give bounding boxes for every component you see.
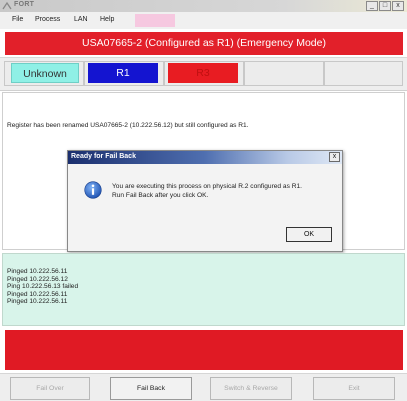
status-row: Unknown R1 R3 (0, 57, 407, 91)
dialog-title: Ready for Fail Back (71, 153, 136, 160)
menu-lan[interactable]: LAN (72, 15, 90, 24)
alert-panel (5, 330, 403, 370)
status-r3: R3 (168, 63, 238, 83)
log-line: Pinged 10.222.56.11 (7, 268, 68, 275)
log-lines: Pinged 10.222.56.11 Pinged 10.222.56.12 … (7, 268, 78, 306)
ok-button[interactable]: OK (286, 227, 332, 242)
maximize-button[interactable]: □ (379, 1, 391, 11)
menu-help[interactable]: Help (98, 15, 116, 24)
dialog-close-button[interactable]: x (329, 152, 340, 162)
action-button-row: Fail Over Fail Back Switch & Reverse Exi… (0, 373, 407, 401)
dialog-message-line-1: You are executing this process on physic… (112, 183, 302, 190)
menu-bar: File Process LAN Help (0, 12, 407, 29)
switch-reverse-button[interactable]: Switch & Reverse (210, 377, 292, 400)
status-message: Register has been renamed USA07665-2 (10… (7, 122, 249, 129)
status-r1: R1 (88, 63, 158, 83)
menu-file[interactable]: File (10, 15, 25, 24)
fail-back-dialog: Ready for Fail Back x You are executing … (67, 150, 343, 252)
info-icon (84, 181, 102, 199)
mode-header: USA07665-2 (Configured as R1) (Emergency… (5, 32, 403, 55)
log-line: Pinged 10.222.56.11 (7, 298, 68, 306)
dialog-message: You are executing this process on physic… (112, 182, 302, 200)
exit-button[interactable]: Exit (313, 377, 395, 400)
window-title: FORT (14, 1, 35, 8)
fail-over-button[interactable]: Fail Over (10, 377, 90, 400)
close-button[interactable]: x (392, 1, 404, 11)
menu-process[interactable]: Process (33, 15, 62, 24)
status-unknown: Unknown (11, 63, 79, 83)
dialog-titlebar: Ready for Fail Back x (68, 151, 342, 164)
menu-highlight (135, 14, 175, 27)
ping-log: Pinged 10.222.56.11 Pinged 10.222.56.12 … (2, 253, 405, 326)
fail-back-button[interactable]: Fail Back (110, 377, 192, 400)
dialog-message-line-2: Run Fail Back after you click OK. (112, 192, 209, 199)
log-line: Pinged 10.222.56.11 (7, 290, 68, 298)
app-icon (2, 1, 12, 10)
window-titlebar: FORT _ □ x (0, 0, 407, 12)
minimize-button[interactable]: _ (366, 1, 378, 11)
status-cell-empty-2 (324, 61, 403, 86)
log-line: Pinged 10.222.56.12 (7, 275, 68, 283)
window-controls: _ □ x (366, 1, 404, 11)
log-line: Ping 10.222.56.13 failed (7, 283, 79, 291)
status-cell-empty-1 (244, 61, 324, 86)
